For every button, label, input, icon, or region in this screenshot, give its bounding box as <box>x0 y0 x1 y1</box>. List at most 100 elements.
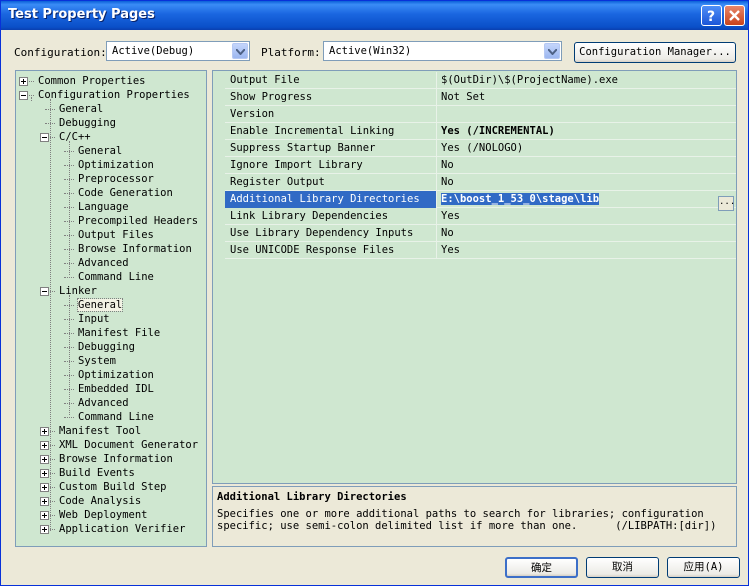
property-value[interactable]: Yes (/INCREMENTAL) <box>441 123 555 140</box>
tree-item-collapsed[interactable]: Custom Build Step <box>59 480 166 494</box>
tree-item-collapsed[interactable]: Manifest Tool <box>59 424 141 438</box>
tree-item-label: Debugging <box>59 117 116 129</box>
expand-icon[interactable] <box>40 427 49 436</box>
expand-icon[interactable] <box>40 511 49 520</box>
tree-item-cpp-child[interactable]: Output Files <box>78 228 154 242</box>
tree-item-collapsed[interactable]: Code Analysis <box>59 494 141 508</box>
tree-item-cpp-child[interactable]: Language <box>78 200 129 214</box>
help-button[interactable]: ? <box>701 5 722 26</box>
property-row[interactable]: Output File $(OutDir)\$(ProjectName).exe <box>225 72 736 89</box>
expand-icon[interactable] <box>40 525 49 534</box>
tree-item-cpp-child[interactable]: Command Line <box>78 270 154 284</box>
tree-item-linker-child[interactable]: Embedded IDL <box>78 382 154 396</box>
tree-item-cpp-child[interactable]: Precompiled Headers <box>78 214 198 228</box>
property-row[interactable]: Version <box>225 106 736 123</box>
configuration-manager-button[interactable]: Configuration Manager... <box>574 42 736 63</box>
tree-item-linker-child[interactable]: Input <box>78 312 110 326</box>
tree-item-linker-child[interactable]: Advanced <box>78 396 129 410</box>
tree-item-cpp-child[interactable]: Preprocessor <box>78 172 154 186</box>
expand-icon[interactable] <box>40 497 49 506</box>
tree-item-collapsed[interactable]: Web Deployment <box>59 508 148 522</box>
property-row[interactable]: Show Progress Not Set <box>225 89 736 106</box>
tree-item-cpp-child[interactable]: Browse Information <box>78 242 192 256</box>
chevron-down-icon[interactable] <box>544 43 560 59</box>
tree-item-linker-child[interactable]: Debugging <box>78 340 135 354</box>
chevron-down-icon[interactable] <box>232 43 248 59</box>
property-row[interactable]: Use UNICODE Response Files Yes <box>225 242 736 259</box>
property-row[interactable]: Register Output No <box>225 174 736 191</box>
property-value-text: No <box>441 176 454 188</box>
category-tree[interactable]: Common Properties Configuration Propertie… <box>15 70 207 547</box>
tree-item-collapsed[interactable]: Application Verifier <box>59 522 185 536</box>
collapse-icon[interactable] <box>40 287 49 296</box>
tree-item-cpp-child[interactable]: Optimization <box>78 158 154 172</box>
tree-item-label: Optimization <box>78 159 154 171</box>
tree-item-label: Embedded IDL <box>78 383 154 395</box>
property-value[interactable]: No <box>441 157 454 174</box>
expand-icon[interactable] <box>40 483 49 492</box>
tree-connector <box>64 235 74 236</box>
tree-connector <box>64 193 74 194</box>
tree-item-cpp-child[interactable]: General <box>78 144 122 158</box>
property-name: Use UNICODE Response Files <box>225 242 437 259</box>
property-value-text: $(OutDir)\$(ProjectName).exe <box>441 74 619 86</box>
tree-item-label: System <box>78 355 116 367</box>
expand-icon[interactable] <box>40 441 49 450</box>
tree-item-general[interactable]: General <box>59 102 103 116</box>
browse-ellipsis-button[interactable]: ... <box>718 196 735 211</box>
ok-button[interactable]: 确定 <box>505 557 578 578</box>
property-value-text: E:\boost_1_53_0\stage\lib <box>441 193 600 205</box>
property-row[interactable]: Enable Incremental Linking Yes (/INCREMEN… <box>225 123 736 140</box>
tree-item-collapsed[interactable]: XML Document Generator <box>59 438 198 452</box>
platform-dropdown[interactable]: Active(Win32) <box>323 41 562 61</box>
tree-item-label: Linker <box>59 285 97 297</box>
tree-item-linker-child[interactable]: Optimization <box>78 368 154 382</box>
property-row[interactable]: Ignore Import Library No <box>225 157 736 174</box>
tree-item-cpp-child[interactable]: Code Generation <box>78 186 173 200</box>
property-value[interactable]: E:\boost_1_53_0\stage\lib <box>441 191 600 208</box>
apply-button[interactable]: 应用(A) <box>667 557 740 578</box>
expand-icon[interactable] <box>40 455 49 464</box>
property-value[interactable]: Yes <box>441 242 460 259</box>
property-value[interactable]: $(OutDir)\$(ProjectName).exe <box>441 72 618 89</box>
property-row[interactable]: Link Library Dependencies Yes <box>225 208 736 225</box>
tree-item-common-properties[interactable]: Common Properties <box>38 74 145 88</box>
close-icon <box>729 10 740 21</box>
tree-item-label: Advanced <box>78 257 129 269</box>
property-row[interactable]: Suppress Startup Banner Yes (/NOLOGO) <box>225 140 736 157</box>
tree-item-cpp-child[interactable]: Advanced <box>78 256 129 270</box>
tree-item-cpp[interactable]: C/C++ <box>59 130 91 144</box>
cancel-button[interactable]: 取消 <box>586 557 659 578</box>
property-value[interactable]: No <box>441 174 454 191</box>
expand-icon[interactable] <box>19 77 28 86</box>
tree-item-debugging[interactable]: Debugging <box>59 116 116 130</box>
tree-item-linker[interactable]: Linker <box>59 284 97 298</box>
tree-item-label: General <box>76 298 124 312</box>
expand-icon[interactable] <box>40 469 49 478</box>
tree-item-label: General <box>59 103 104 115</box>
property-value[interactable]: Yes (/NOLOGO) <box>441 140 523 157</box>
close-button[interactable] <box>724 5 745 26</box>
tree-item-collapsed[interactable]: Build Events <box>59 466 135 480</box>
tree-item-label: Output Files <box>78 229 154 241</box>
collapse-icon[interactable] <box>40 133 49 142</box>
tree-item-label: Optimization <box>78 369 154 381</box>
tree-connector <box>31 97 32 101</box>
collapse-icon[interactable] <box>19 91 28 100</box>
property-row[interactable]: Use Library Dependency Inputs No <box>225 225 736 242</box>
tree-item-linker-child[interactable]: Manifest File <box>78 326 160 340</box>
property-value[interactable]: Not Set <box>441 89 485 106</box>
tree-item-linker-child[interactable]: System <box>78 354 116 368</box>
property-value[interactable]: No <box>441 225 454 242</box>
property-name: Additional Library Directories <box>225 191 437 208</box>
tree-item-collapsed[interactable]: Browse Information <box>59 452 173 466</box>
tree-item-configuration-properties[interactable]: Configuration Properties <box>38 88 190 102</box>
property-grid[interactable]: Output File $(OutDir)\$(ProjectName).exe S… <box>212 70 737 484</box>
title-bar[interactable]: Test Property Pages ? <box>1 1 748 30</box>
configuration-dropdown[interactable]: Active(Debug) <box>106 41 250 61</box>
tree-item-linker-child[interactable]: General <box>76 298 124 312</box>
property-value[interactable]: Yes <box>441 208 460 225</box>
property-row[interactable]: Additional Library Directories E:\boost_1… <box>225 191 736 208</box>
tree-item-linker-child[interactable]: Command Line <box>78 410 154 424</box>
tree-item-label: Code Analysis <box>59 495 142 507</box>
